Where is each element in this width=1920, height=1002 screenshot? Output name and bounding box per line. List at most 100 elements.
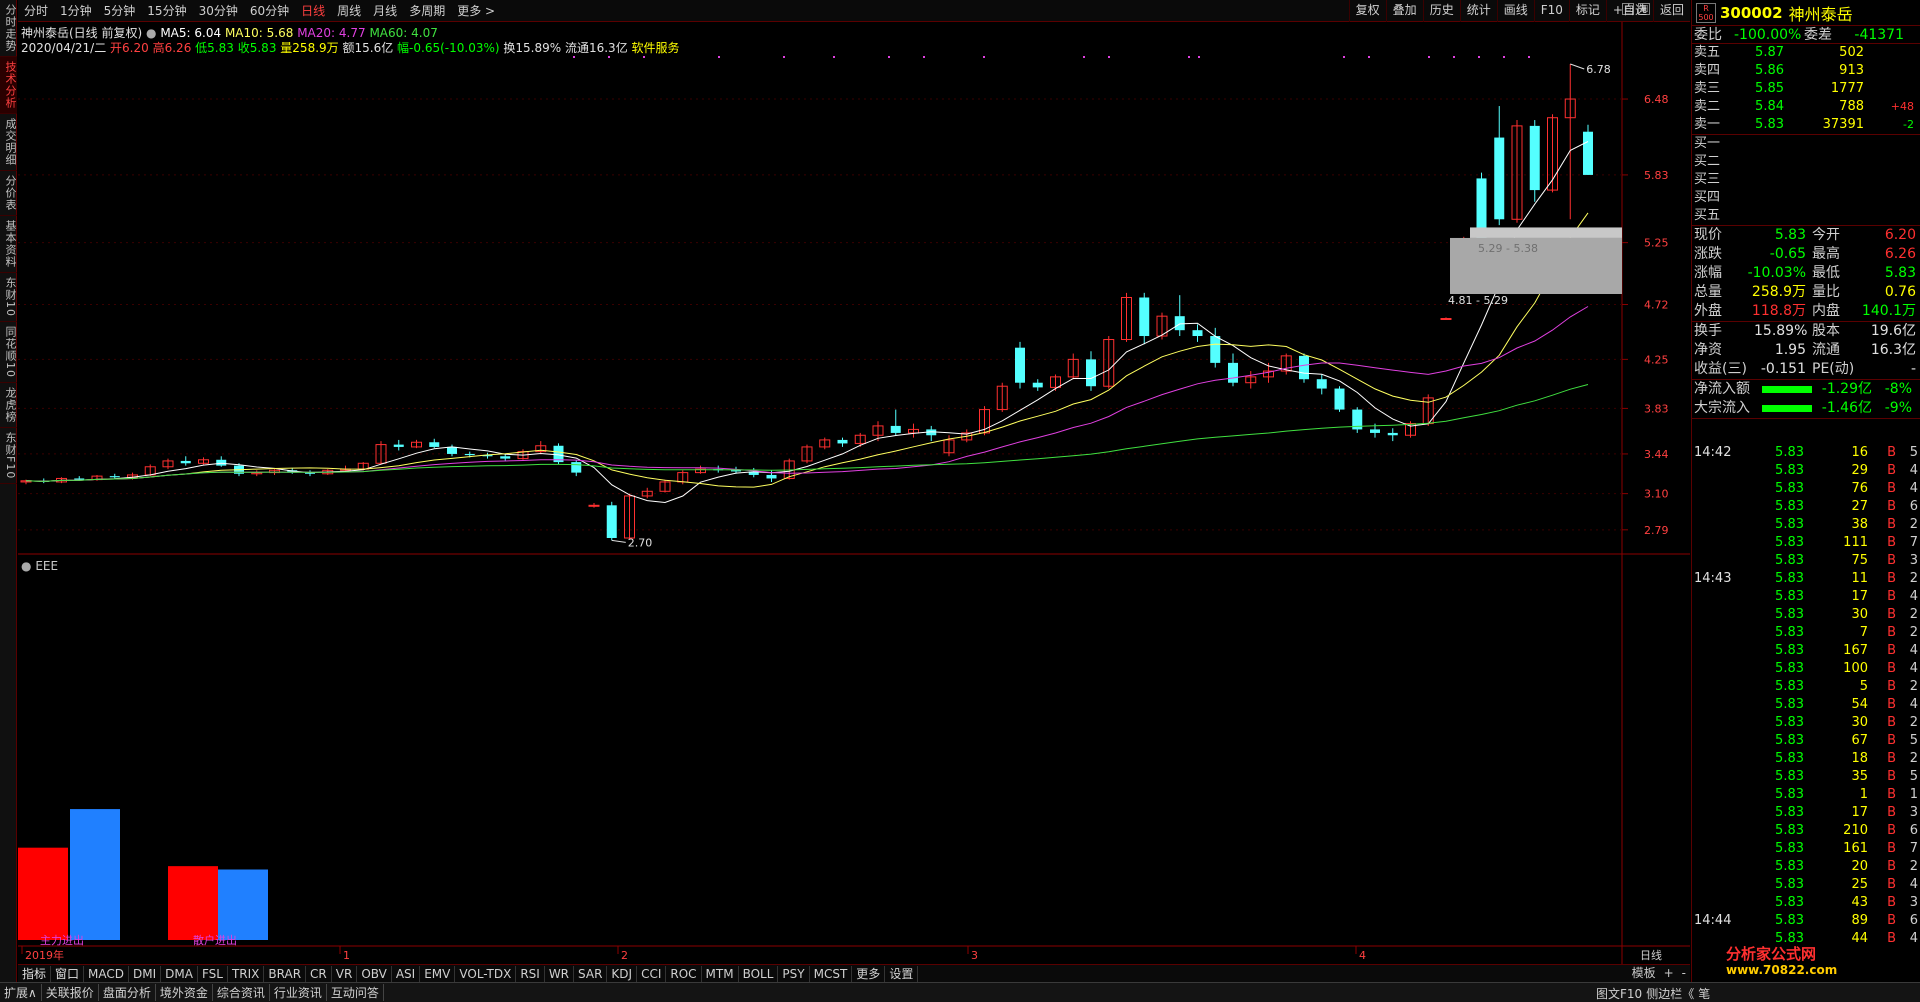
indicator-tab[interactable]: VOL-TDX [455, 965, 517, 982]
indicator-tab[interactable]: ROC [666, 965, 702, 982]
trade-count: 1 [1909, 787, 1918, 802]
status-tab[interactable]: 行业资讯 [270, 984, 327, 1001]
indicator-tab[interactable]: KDJ [607, 965, 638, 982]
event-dot [783, 56, 785, 58]
candle-body [1529, 125, 1540, 191]
dot-icon: ● [146, 26, 157, 40]
sell-level-volume: 1777 [1830, 81, 1864, 96]
quote-key: 最高 [1812, 246, 1840, 262]
chart-area[interactable]: 6.48 5.83 5.25 4.72 4.25 3.83 3.44 3.10 2.79 5.29… [18, 22, 1690, 964]
indicator-tab[interactable]: EMV [420, 965, 456, 982]
indicator-tab[interactable]: DMI [129, 965, 162, 982]
status-tab[interactable]: 互动问答 [327, 984, 384, 1001]
trade-time [1694, 714, 1764, 732]
left-tab[interactable]: 龙虎榜 [0, 383, 17, 428]
period-tab[interactable]: 多周期 [403, 2, 451, 19]
top-tool-button[interactable]: 统计 [1459, 0, 1497, 22]
status-tool[interactable]: 图文F10 [1596, 985, 1642, 1002]
stock-name[interactable]: 神州泰岳 [1789, 1, 1853, 25]
top-tool-button[interactable]: 历史 [1422, 0, 1460, 22]
quote-panel: R 500 300002 神州泰岳 委比 -100.00% 委差 -41371 … [1691, 0, 1920, 982]
event-dot [833, 56, 835, 58]
trade-price: 5.83 [1775, 607, 1804, 622]
top-tool-button[interactable]: +自选 [1605, 0, 1653, 22]
status-tab[interactable]: 扩展∧ [0, 984, 42, 1001]
indicator-tab[interactable]: CR [306, 965, 332, 982]
trade-price: 5.83 [1775, 499, 1804, 514]
trade-direction: B [1887, 589, 1896, 604]
left-tab[interactable]: 东财F10 [0, 428, 17, 485]
trade-list[interactable]: 14:42 5.83 16 B 5 5.83 29 B 4 5.83 76 B 4 5.83 27 B 6 5.8… [1692, 444, 1920, 948]
indicator-tool[interactable]: + [1664, 965, 1674, 982]
top-tool-button[interactable]: 叠加 [1385, 0, 1423, 22]
top-tool-button[interactable]: 画线 [1496, 0, 1534, 22]
period-tab[interactable]: 30分钟 [193, 2, 244, 19]
trade-time [1694, 660, 1764, 678]
trade-count: 3 [1909, 553, 1918, 568]
period-tab[interactable]: 5分钟 [98, 2, 142, 19]
period-tab[interactable]: 周线 [331, 2, 367, 19]
sell-level-price: 5.83 [1755, 117, 1784, 132]
left-tab[interactable]: 基本资料 [0, 216, 17, 273]
top-tool-button[interactable]: F10 [1533, 0, 1569, 22]
top-tool-button[interactable]: 返回 [1652, 0, 1690, 22]
indicator-tab[interactable]: DMA [161, 965, 198, 982]
indicator-tab[interactable]: BOLL [739, 965, 779, 982]
indicator-tab[interactable]: 更多 [852, 965, 886, 982]
status-tab[interactable]: 关联报价 [42, 984, 99, 1001]
quote-row: 总量 258.9万 量比 0.76 [1692, 283, 1920, 302]
indicator-tab[interactable]: CCI [637, 965, 667, 982]
indicator-tab[interactable]: MACD [84, 965, 130, 982]
indicator-tab[interactable]: PSY [778, 965, 810, 982]
stock-code[interactable]: 300002 [1720, 4, 1783, 22]
period-toolbar: 分时 1分钟 5分钟 15分钟 30分钟 60分钟 日线 周线 月线 多周期 更多 > ▫ ▣ 复权… [18, 0, 1690, 22]
top-tool-button[interactable]: 标记 [1568, 0, 1606, 22]
left-tab[interactable]: 技术分析 [0, 57, 17, 114]
indicator-tab[interactable]: 设置 [885, 965, 919, 982]
indicator-tool[interactable]: - [1682, 965, 1686, 982]
left-tab[interactable]: 分时走势 [0, 0, 17, 57]
indicator-tab[interactable]: 窗口 [51, 965, 85, 982]
top-tool-button[interactable]: 复权 [1348, 0, 1386, 22]
candle-body [109, 476, 120, 478]
status-tab[interactable]: 盘面分析 [99, 984, 156, 1001]
trade-volume: 30 [1851, 607, 1868, 622]
indicator-tab[interactable]: VR [332, 965, 358, 982]
period-tab[interactable]: 分时 [18, 2, 54, 19]
sell-level-row: 卖二 5.84 788 +48 [1692, 98, 1920, 116]
period-tab[interactable]: 60分钟 [244, 2, 295, 19]
indicator-tab[interactable]: MCST [810, 965, 853, 982]
indicator-tab[interactable]: OBV [357, 965, 392, 982]
trade-direction: B [1887, 463, 1896, 478]
indicator-tab[interactable]: SAR [574, 965, 608, 982]
status-tool[interactable]: 笔 [1698, 985, 1710, 1002]
status-tool[interactable]: 侧边栏《 [1646, 985, 1694, 1002]
period-tab[interactable]: 月线 [367, 2, 403, 19]
indicator-tool[interactable]: 模板 [1632, 965, 1656, 982]
sub-bar [218, 869, 268, 940]
left-tab[interactable]: 分价表 [0, 171, 17, 216]
ma20-value: MA20: 4.77 [297, 26, 366, 40]
indicator-tab[interactable]: RSI [516, 965, 545, 982]
indicator-tab[interactable]: MTM [702, 965, 739, 982]
status-tab[interactable]: 综合资讯 [213, 984, 270, 1001]
indicator-tab[interactable]: WR [545, 965, 575, 982]
left-tab[interactable]: 同花顺10 [0, 322, 17, 383]
indicator-tab[interactable]: ASI [392, 965, 421, 982]
left-tab[interactable]: 成交明细 [0, 114, 17, 171]
indicator-tab[interactable]: FSL [198, 965, 228, 982]
indicator-tab[interactable]: 指标 [18, 965, 52, 982]
period-tab[interactable]: 1分钟 [54, 2, 98, 19]
status-tab[interactable]: 境外资金 [156, 984, 213, 1001]
trade-direction: B [1887, 697, 1896, 712]
period-tab[interactable]: 15分钟 [141, 2, 192, 19]
kline-chart[interactable]: 6.48 5.83 5.25 4.72 4.25 3.83 3.44 3.10 2.79 5.29… [18, 22, 1690, 964]
left-tab[interactable]: 东财10 [0, 273, 17, 322]
indicator-tab[interactable]: TRIX [228, 965, 265, 982]
candle-body [1440, 318, 1452, 321]
indicator-tab[interactable]: BRAR [264, 965, 307, 982]
period-tab[interactable]: 日线 [295, 2, 331, 19]
quote-value: 140.1万 [1861, 303, 1916, 319]
trade-price: 5.83 [1775, 535, 1804, 550]
period-tab[interactable]: 更多 > [451, 2, 501, 19]
